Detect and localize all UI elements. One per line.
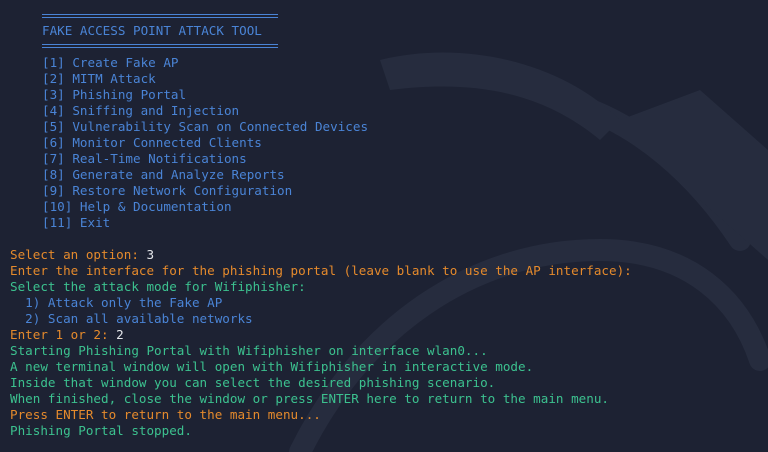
menu-item-exit: [11] Exit: [42, 215, 111, 230]
menu-item-sniffing-injection: [4] Sniffing and Injection: [42, 103, 240, 118]
attack-mode-option-1: 1) Attack only the Fake AP: [10, 295, 223, 310]
scenario-message: Inside that window you can select the de…: [10, 375, 496, 390]
menu-item-reports: [8] Generate and Analyze Reports: [42, 167, 285, 182]
new-window-message: A new terminal window will open with Wif…: [10, 359, 534, 374]
select-option-value: 3: [146, 247, 155, 262]
menu-item-notifications: [7] Real-Time Notifications: [42, 151, 247, 166]
menu-item-monitor-clients: [6] Monitor Connected Clients: [42, 135, 262, 150]
select-option-line: Select an option: 3: [10, 247, 154, 263]
menu-item-vulnerability-scan: [5] Vulnerability Scan on Connected Devi…: [42, 119, 369, 134]
choice-line: Enter 1 or 2: 2: [10, 327, 124, 343]
select-option-prompt: Select an option:: [10, 247, 147, 262]
menu-item-restore-network: [9] Restore Network Configuration: [42, 183, 293, 198]
finished-message: When finished, close the window or press…: [10, 391, 609, 406]
menu-item-create-fake-ap: [1] Create Fake AP: [42, 55, 179, 70]
attack-mode-prompt: Select the attack mode for Wifiphisher:: [10, 279, 306, 294]
terminal-output: FAKE ACCESS POINT ATTACK TOOL [1] Create…: [0, 0, 768, 452]
banner-title: FAKE ACCESS POINT ATTACK TOOL: [42, 23, 262, 38]
choice-value: 2: [116, 327, 124, 342]
banner-bottom-rule: [42, 44, 278, 48]
starting-message: Starting Phishing Portal with Wifiphishe…: [10, 343, 488, 358]
menu-item-phishing-portal: [3] Phishing Portal: [42, 87, 187, 102]
return-prompt: Press ENTER to return to the main menu..…: [10, 407, 321, 422]
choice-prompt: Enter 1 or 2:: [10, 327, 117, 342]
interface-prompt: Enter the interface for the phishing por…: [10, 263, 632, 278]
stopped-message: Phishing Portal stopped.: [10, 423, 192, 438]
menu-item-mitm-attack: [2] MITM Attack: [42, 71, 156, 86]
banner-top-rule: [42, 14, 278, 18]
attack-mode-option-2: 2) Scan all available networks: [10, 311, 253, 326]
menu-item-help: [10] Help & Documentation: [42, 199, 232, 214]
